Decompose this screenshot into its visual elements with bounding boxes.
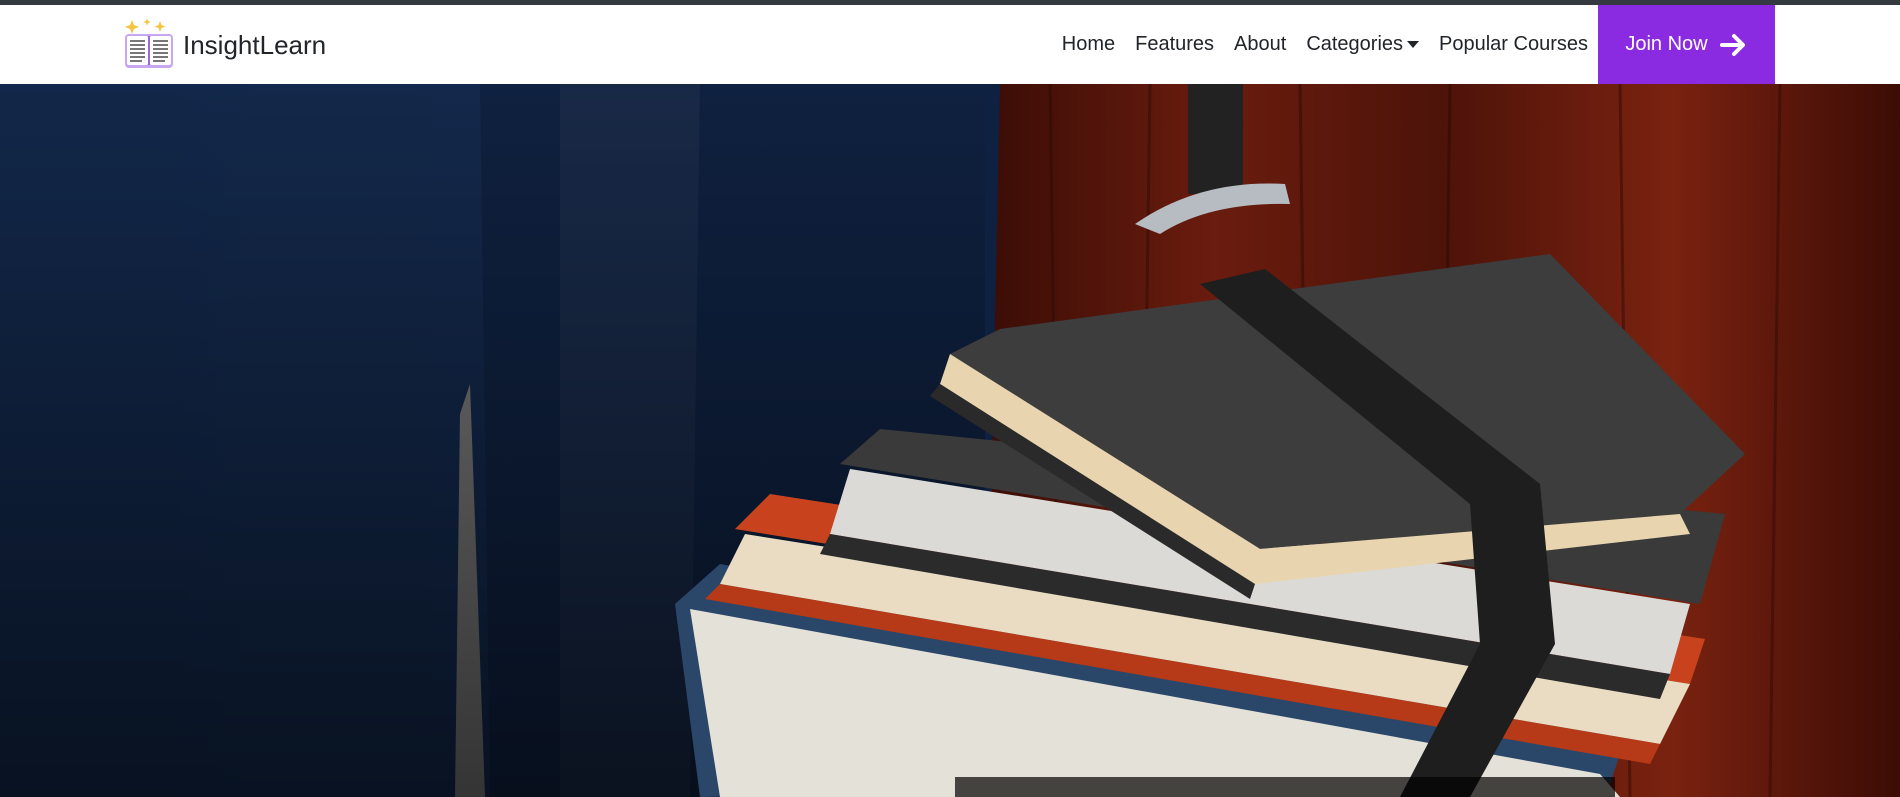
open-book-sparkle-icon — [125, 18, 173, 68]
nav-link-popular-courses[interactable]: Popular Courses — [1429, 5, 1598, 84]
nav-link-home[interactable]: Home — [1052, 5, 1125, 84]
nav-link-about[interactable]: About — [1224, 5, 1296, 84]
arrow-right-icon — [1719, 33, 1745, 56]
brand-logo-link[interactable]: InsightLearn — [122, 18, 327, 71]
caret-down-icon — [1407, 41, 1420, 48]
nav-link-features[interactable]: Features — [1125, 5, 1224, 84]
nav-link-categories-label: Categories — [1306, 33, 1404, 55]
hero-books-photo — [0, 84, 1900, 797]
main-nav: Home Features About Categories Popular C… — [1052, 5, 1598, 84]
nav-dropdown-categories[interactable]: Categories — [1296, 5, 1429, 84]
join-now-label: Join Now — [1625, 33, 1708, 55]
brand-name: InsightLearn — [183, 29, 327, 60]
join-now-button[interactable]: Join Now — [1598, 5, 1775, 84]
hero-banner — [0, 84, 1900, 797]
